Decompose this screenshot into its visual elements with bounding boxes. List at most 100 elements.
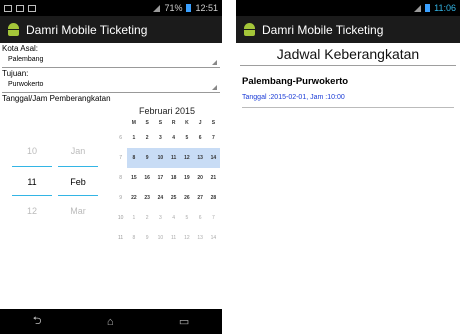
destination-label: Tujuan: — [2, 69, 29, 78]
calendar-day[interactable]: 11 — [167, 148, 181, 168]
calendar-title: Februari 2015 — [138, 106, 196, 116]
notification-icon — [28, 4, 36, 12]
calendar: Februari 2015 M S S R K J S 612345677891… — [114, 104, 220, 248]
calendar-day[interactable]: 1 — [127, 128, 140, 148]
month-selected[interactable]: Feb — [58, 166, 98, 196]
week-number: 7 — [119, 155, 123, 161]
phone-right: 11:06 Damri Mobile Ticketing Jadwal Kebe… — [236, 0, 460, 334]
app-title-bar: Damri Mobile Ticketing — [236, 16, 460, 43]
calendar-day[interactable]: 9 — [141, 228, 154, 248]
calendar-day[interactable]: 10 — [153, 148, 167, 168]
calendar-day[interactable]: 23 — [141, 188, 154, 208]
battery-icon — [425, 4, 431, 12]
calendar-day[interactable]: 28 — [207, 188, 220, 208]
signal-icon — [414, 4, 422, 12]
destination-value: Purwokerto — [8, 81, 44, 88]
image-icon — [4, 4, 12, 12]
calendar-weekdays: M S S R K J S — [114, 118, 220, 128]
calendar-day[interactable]: 6 — [194, 128, 207, 148]
calendar-day[interactable]: 13 — [194, 228, 207, 248]
day-next[interactable]: 12 — [12, 196, 52, 226]
calendar-day[interactable]: 4 — [167, 128, 180, 148]
route-label: Palembang-Purwokerto — [242, 76, 349, 87]
calendar-day[interactable]: 11 — [167, 228, 180, 248]
dropdown-icon — [212, 60, 217, 65]
calendar-day[interactable]: 8 — [127, 148, 141, 168]
calendar-day[interactable]: 2 — [141, 208, 154, 228]
calendar-day[interactable]: 8 — [127, 228, 140, 248]
day-selected[interactable]: 11 — [12, 166, 52, 196]
weekday-header: M — [131, 120, 136, 126]
calendar-day[interactable]: 12 — [180, 148, 194, 168]
calendar-day[interactable]: 3 — [154, 128, 167, 148]
calendar-day[interactable]: 25 — [167, 188, 180, 208]
week-number: 10 — [117, 215, 124, 221]
home-icon[interactable]: ⌂ — [107, 316, 114, 328]
origin-label: Kota Asal: — [2, 44, 39, 53]
calendar-day[interactable]: 21 — [207, 168, 220, 188]
weekday-header: S — [158, 120, 163, 126]
day-wheel[interactable]: 10 11 12 — [12, 136, 52, 226]
calendar-day[interactable]: 6 — [194, 208, 207, 228]
clock: 11:06 — [434, 3, 456, 13]
app-title-bar: Damri Mobile Ticketing — [0, 16, 222, 43]
calendar-day[interactable]: 4 — [167, 208, 180, 228]
datetime-label: Tanggal/Jam Pemberangkatan — [2, 94, 111, 103]
calendar-week-row: 8 15 16 17 18 19 20 21 — [114, 168, 220, 188]
month-wheel[interactable]: Jan Feb Mar — [58, 136, 98, 226]
message-icon — [16, 4, 24, 12]
calendar-day[interactable]: 19 — [180, 168, 193, 188]
calendar-day[interactable]: 20 — [194, 168, 207, 188]
calendar-grid: 6 1 2 3 4 5 6 7 7 8 9 10 11 12 13 14 8 15 16 17 18 19 20 21 9 22 2… — [114, 128, 220, 248]
week-number: 11 — [118, 235, 124, 241]
calendar-day[interactable]: 14 — [207, 228, 220, 248]
recent-apps-icon[interactable]: ▭ — [179, 315, 189, 328]
calendar-day[interactable]: 5 — [180, 208, 193, 228]
calendar-day[interactable]: 17 — [154, 168, 167, 188]
schedule-item[interactable]: Tanggal :2015-02-01, Jam :10:00 — [242, 94, 454, 108]
calendar-day[interactable]: 18 — [167, 168, 180, 188]
week-number: 6 — [119, 135, 123, 141]
dropdown-icon — [212, 85, 217, 90]
calendar-day[interactable]: 3 — [154, 208, 167, 228]
month-prev[interactable]: Jan — [58, 136, 98, 166]
calendar-day[interactable]: 7 — [207, 208, 220, 228]
calendar-day[interactable]: 9 — [140, 148, 154, 168]
destination-spinner[interactable]: Purwokerto — [2, 79, 220, 93]
origin-spinner[interactable]: Palembang — [2, 54, 220, 68]
weekday-header: S — [145, 120, 149, 126]
calendar-day[interactable]: 12 — [180, 228, 193, 248]
origin-value: Palembang — [8, 56, 44, 63]
android-icon — [7, 23, 20, 36]
calendar-day[interactable]: 13 — [193, 148, 207, 168]
calendar-day[interactable]: 15 — [127, 168, 140, 188]
calendar-day[interactable]: 26 — [180, 188, 193, 208]
calendar-day[interactable]: 22 — [127, 188, 140, 208]
calendar-week-row: 9 22 23 24 25 26 27 28 — [114, 188, 220, 208]
status-bar: 11:06 — [236, 0, 460, 16]
android-icon — [243, 23, 256, 36]
weekday-header: J — [198, 120, 202, 126]
calendar-day[interactable]: 2 — [141, 128, 154, 148]
nav-bar: ⮌ ⌂ ▭ — [0, 309, 222, 334]
clock: 12:51 — [195, 3, 218, 13]
week-number: 8 — [119, 175, 123, 181]
day-prev[interactable]: 10 — [12, 136, 52, 166]
calendar-day[interactable]: 14 — [206, 148, 220, 168]
booking-form: Kota Asal: Palembang Tujuan: Purwokerto … — [0, 43, 222, 309]
calendar-week-row: 61234567 — [114, 128, 220, 148]
weekday-header: S — [211, 120, 216, 126]
calendar-day[interactable]: 27 — [194, 188, 207, 208]
month-next[interactable]: Mar — [58, 196, 98, 226]
weekday-header: R — [171, 120, 176, 126]
calendar-day[interactable]: 5 — [180, 128, 193, 148]
calendar-day[interactable]: 1 — [127, 208, 140, 228]
status-bar: 71% 12:51 — [0, 0, 222, 16]
date-picker: 10 11 12 Jan Feb Mar Februari 2015 M S S… — [0, 104, 222, 294]
calendar-day[interactable]: 10 — [154, 228, 167, 248]
back-icon[interactable]: ⮌ — [33, 312, 42, 331]
calendar-day[interactable]: 16 — [141, 168, 154, 188]
calendar-day[interactable]: 24 — [154, 188, 167, 208]
calendar-week-row: 7 8 9 10 11 12 13 14 — [114, 148, 220, 168]
calendar-day[interactable]: 7 — [207, 128, 220, 148]
